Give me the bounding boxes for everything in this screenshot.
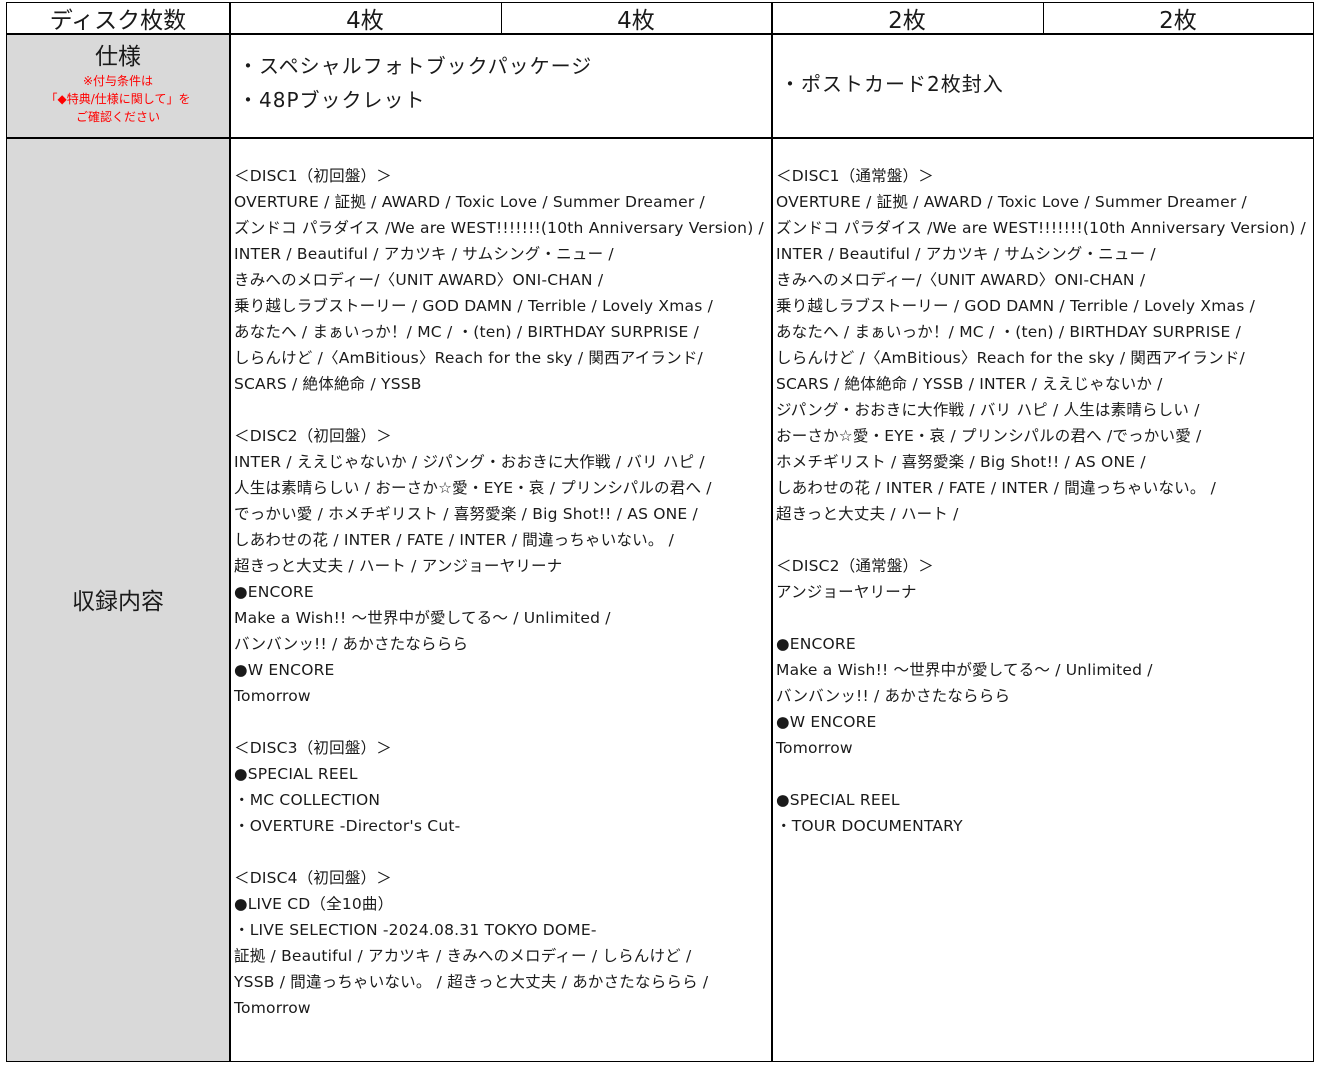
grid-line (1043, 3, 1044, 33)
contents-right-line: おーさか☆愛・EYE・哀 / プリンシパルの君へ /でっかい愛 / (776, 427, 1202, 445)
contents-right-line: しあわせの花 / INTER / FATE / INTER / 間違っちゃいない… (776, 479, 1217, 497)
contents-right-line: あなたへ / まぁいっか！/ MC / ・(ten) / BIRTHDAY SU… (776, 323, 1242, 341)
spec-left-line-2: ・48Pブックレット (238, 88, 426, 112)
contents-left-line: ・LIVE SELECTION -2024.08.31 TOKYO DOME- (234, 921, 597, 939)
contents-left-line: 乗り越しラブストーリー / GOD DAMN / Terrible / Love… (234, 297, 714, 315)
contents-left-line: ＜DISC4（初回盤）＞ (234, 869, 392, 887)
contents-left-line: ●SPECIAL REEL (234, 765, 358, 783)
disc-count-4: 2枚 (1159, 8, 1197, 34)
contents-left-line: ●ENCORE (234, 583, 314, 601)
spec-note-line-1: ※付与条件は (82, 74, 154, 88)
grid-line (7, 33, 1313, 35)
grid-line (7, 137, 1313, 139)
disc-spec-table: ディスク枚数 4枚 4枚 2枚 2枚 仕様 ※付与条件は 「◆特典/仕様に関して… (6, 2, 1314, 1062)
contents-right-line: ●SPECIAL REEL (776, 791, 900, 809)
contents-right-line: アンジョーヤリーナ (776, 583, 917, 601)
contents-left-line: ・MC COLLECTION (234, 791, 381, 809)
contents-right-line: バンバンッ!! / あかさたなららら (776, 687, 1011, 705)
contents-right-line: ＜DISC2（通常盤）＞ (776, 557, 934, 575)
contents-left-line: ズンドコ パラダイス /We are WEST!!!!!!!(10th Anni… (234, 219, 764, 237)
contents-right-line: INTER / Beautiful / アカツキ / サムシング・ニュー / (776, 245, 1156, 263)
contents-left-line: ＜DISC3（初回盤）＞ (234, 739, 392, 757)
contents-left-line: Make a Wish!! 〜世界中が愛してる〜 / Unlimited / (234, 609, 611, 627)
contents-left-line: ・OVERTURE -Director's Cut- (234, 817, 461, 835)
contents-left-line: しらんけど /〈AmBitious〉Reach for the sky / 関西… (234, 349, 703, 367)
contents-left-line: ●W ENCORE (234, 661, 335, 679)
contents-left-line: 人生は素晴らしい / おーさか☆愛・EYE・哀 / プリンシパルの君へ / (234, 479, 712, 497)
contents-left-line: OVERTURE / 証拠 / AWARD / Toxic Love / Sum… (234, 193, 705, 211)
contents-right-line (776, 605, 1310, 631)
spec-left: ・スペシャルフォトブックパッケージ ・48Pブックレット (238, 49, 768, 117)
contents-left-line: Tomorrow (234, 999, 311, 1017)
contents-right-line (776, 527, 1310, 553)
contents-right-line: ジパング・おおきに大作戦 / バリ ハピ / 人生は素晴らしい / (776, 401, 1200, 419)
contents-right-line: きみへのメロディー/〈UNIT AWARD〉ONI-CHAN / (776, 271, 1146, 289)
contents-right-line: 超きっと大丈夫 / ハート / (776, 505, 959, 523)
contents-label: 収録内容 (72, 589, 164, 615)
contents-right-line: ●ENCORE (776, 635, 856, 653)
contents-left: ＜DISC1（初回盤）＞ OVERTURE / 証拠 / AWARD / Toxi… (234, 163, 770, 1021)
spec-note-line-3: ご確認ください (75, 110, 160, 124)
contents-right-line: Make a Wish!! 〜世界中が愛してる〜 / Unlimited / (776, 661, 1153, 679)
contents-left-line: ＜DISC2（初回盤）＞ (234, 427, 392, 445)
grid-line (501, 3, 502, 33)
contents-left-line: あなたへ / まぁいっか！/ MC / ・(ten) / BIRTHDAY SU… (234, 323, 700, 341)
contents-left-line (234, 397, 770, 423)
contents-left-line: きみへのメロディー/〈UNIT AWARD〉ONI-CHAN / (234, 271, 604, 289)
contents-right: ＜DISC1（通常盤）＞ OVERTURE / 証拠 / AWARD / Toxi… (776, 163, 1310, 839)
spec-note-line-2: 「◆特典/仕様に関して」を (45, 92, 191, 106)
spec-label: 仕様 (95, 44, 141, 70)
disc-count-1: 4枚 (346, 8, 384, 34)
contents-right-line: ズンドコ パラダイス /We are WEST!!!!!!!(10th Anni… (776, 219, 1306, 237)
contents-left-line: INTER / ええじゃないか / ジパング・おおきに大作戦 / バリ ハピ / (234, 453, 705, 471)
contents-right-line: しらんけど /〈AmBitious〉Reach for the sky / 関西… (776, 349, 1245, 367)
contents-right-line: 乗り越しラブストーリー / GOD DAMN / Terrible / Love… (776, 297, 1256, 315)
contents-left-line: YSSB / 間違っちゃいない。 / 超きっと大丈夫 / あかさたなららら / (234, 973, 709, 991)
disc-count-label: ディスク枚数 (49, 8, 187, 34)
spec-label-cell: 仕様 ※付与条件は 「◆特典/仕様に関して」を ご確認ください (7, 34, 229, 137)
contents-right-line (776, 761, 1310, 787)
contents-left-line (234, 839, 770, 865)
contents-left-line: しあわせの花 / INTER / FATE / INTER / 間違っちゃいない… (234, 531, 675, 549)
contents-right-line: Tomorrow (776, 739, 853, 757)
contents-right-line: OVERTURE / 証拠 / AWARD / Toxic Love / Sum… (776, 193, 1247, 211)
contents-right-line: ・TOUR DOCUMENTARY (776, 817, 963, 835)
spec-right-line-1: ・ポストカード2枚封入 (780, 72, 1004, 96)
contents-right-line: SCARS / 絶体絶命 / YSSB / INTER / ええじゃないか / (776, 375, 1163, 393)
contents-left-line: SCARS / 絶体絶命 / YSSB (234, 375, 422, 393)
grid-line (229, 3, 231, 1061)
disc-count-2: 4枚 (617, 8, 655, 34)
contents-right-line: ●W ENCORE (776, 713, 877, 731)
contents-left-line: Tomorrow (234, 687, 311, 705)
contents-left-line: 超きっと大丈夫 / ハート / アンジョーヤリーナ (234, 557, 563, 575)
contents-left-line: ●LIVE CD（全10曲） (234, 895, 394, 913)
contents-left-line: バンバンッ!! / あかさたなららら (234, 635, 469, 653)
contents-left-line: 証拠 / Beautiful / アカツキ / きみへのメロディー / しらんけ… (234, 947, 692, 965)
contents-left-line: でっかい愛 / ホメチギリスト / 喜努愛楽 / Big Shot!! / AS… (234, 505, 698, 523)
spec-left-line-1: ・スペシャルフォトブックパッケージ (238, 54, 593, 78)
spec-right: ・ポストカード2枚封入 (780, 67, 1310, 101)
contents-left-line: ＜DISC1（初回盤）＞ (234, 167, 392, 185)
contents-right-line: ホメチギリスト / 喜努愛楽 / Big Shot!! / AS ONE / (776, 453, 1146, 471)
contents-right-line: ＜DISC1（通常盤）＞ (776, 167, 934, 185)
disc-count-3: 2枚 (888, 8, 926, 34)
contents-left-line: INTER / Beautiful / アカツキ / サムシング・ニュー / (234, 245, 614, 263)
grid-line (771, 3, 773, 1061)
contents-left-line (234, 709, 770, 735)
